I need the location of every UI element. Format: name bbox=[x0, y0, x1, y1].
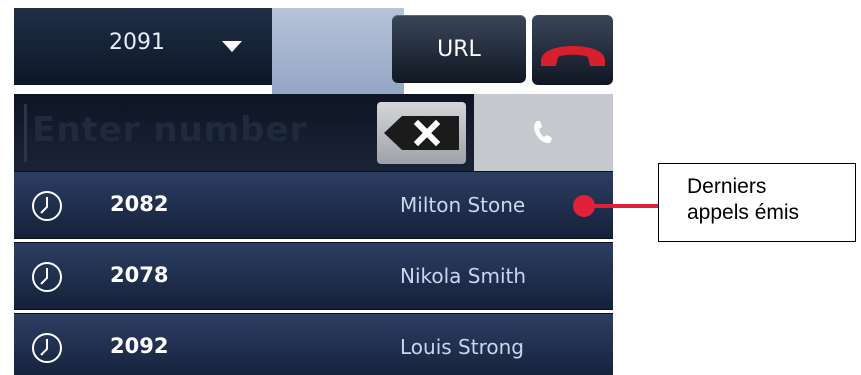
list-item[interactable]: 2078 Nikola Smith bbox=[14, 242, 613, 310]
phone-icon bbox=[534, 121, 552, 144]
callout-line-1: Derniers bbox=[687, 175, 767, 198]
backspace-button[interactable] bbox=[377, 102, 466, 164]
recent-calls-list: 2082 Milton Stone 2078 Nikola Smith 2092… bbox=[14, 171, 613, 375]
header-spacer bbox=[272, 8, 404, 94]
list-item[interactable]: 2092 Louis Strong bbox=[14, 313, 613, 375]
callout-connector bbox=[590, 204, 658, 208]
number-input[interactable]: Enter number bbox=[14, 94, 474, 171]
clock-icon bbox=[32, 262, 62, 292]
line-selector[interactable]: 2091 bbox=[14, 8, 272, 85]
callout-line-2: appels émis bbox=[687, 201, 800, 224]
number-placeholder: Enter number bbox=[32, 110, 308, 150]
hangup-button[interactable] bbox=[532, 15, 613, 85]
callout-label: Derniers appels émis bbox=[658, 163, 856, 242]
call-number: 2078 bbox=[110, 263, 169, 287]
contact-name: Louis Strong bbox=[400, 335, 524, 359]
dial-row: Enter number bbox=[14, 94, 613, 171]
clock-icon bbox=[32, 333, 62, 363]
list-item[interactable]: 2082 Milton Stone bbox=[14, 171, 613, 239]
call-number: 2092 bbox=[110, 334, 169, 358]
call-button[interactable] bbox=[474, 94, 613, 171]
contact-name: Nikola Smith bbox=[400, 264, 527, 288]
clock-icon bbox=[32, 191, 62, 221]
call-number: 2082 bbox=[110, 192, 169, 216]
contact-name: Milton Stone bbox=[400, 193, 526, 217]
phone-screen: 2091 URL Enter number 2082 Milton Stone … bbox=[14, 8, 613, 375]
url-button[interactable]: URL bbox=[392, 15, 526, 83]
chevron-down-icon bbox=[222, 41, 242, 52]
line-value: 2091 bbox=[109, 30, 165, 55]
hangup-icon bbox=[541, 46, 605, 66]
backspace-icon bbox=[384, 116, 459, 150]
text-cursor bbox=[24, 104, 27, 162]
